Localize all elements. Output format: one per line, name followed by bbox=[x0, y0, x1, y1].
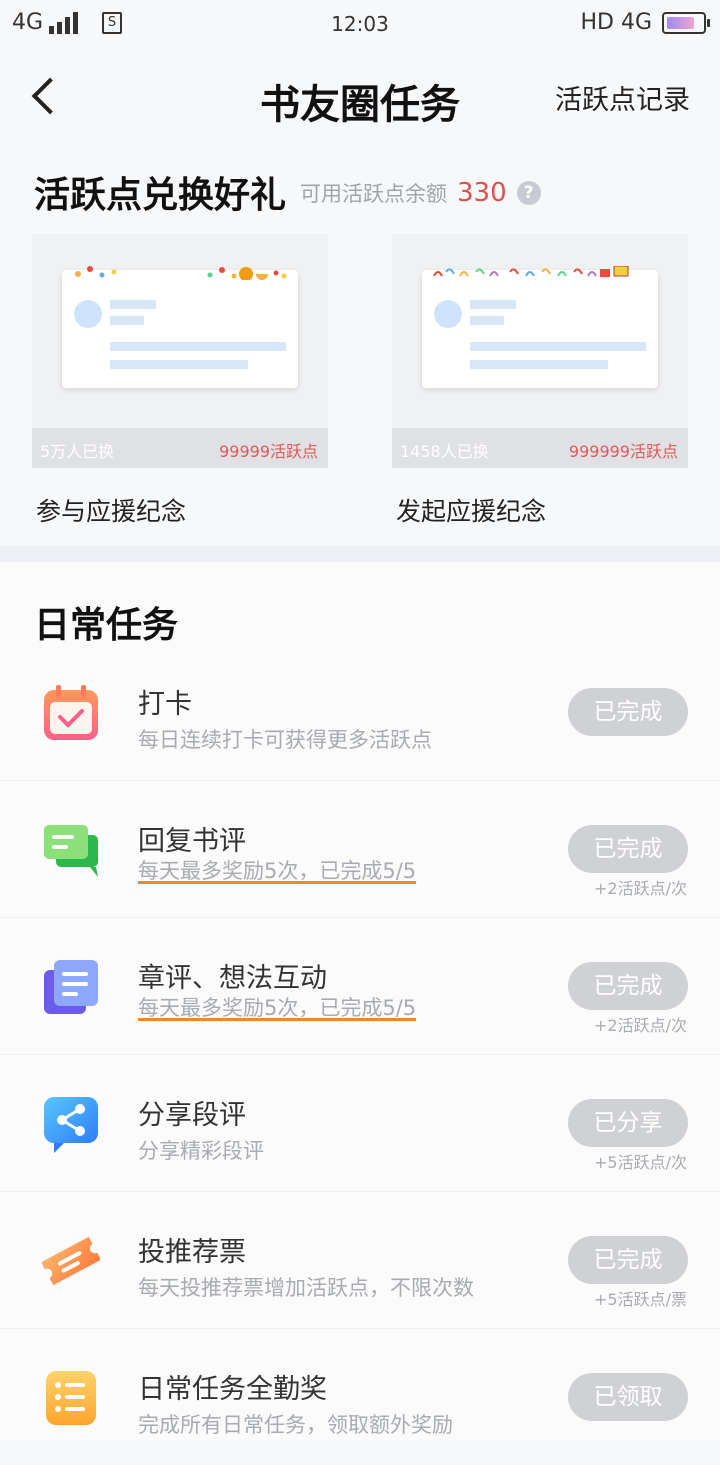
task-status-button[interactable]: 已分享 bbox=[568, 1099, 688, 1147]
gift-points: 999999活跃点 bbox=[568, 442, 678, 461]
gift-name: 发起应援纪念 bbox=[396, 497, 547, 526]
task-name: 章评、想法互动 bbox=[138, 963, 327, 994]
task-name: 投推荐票 bbox=[138, 1237, 246, 1268]
section-divider bbox=[0, 546, 720, 562]
gift-exchange-count: 1458人已换 bbox=[400, 442, 489, 461]
gift-footer: 5万人已换 99999活跃点 bbox=[32, 428, 328, 468]
task-description: 每天最多奖励5次，已完成5/5 bbox=[138, 859, 417, 884]
placeholder-line bbox=[470, 316, 504, 325]
task-reward: +2活跃点/次 bbox=[594, 879, 687, 898]
task-description: 每日连续打卡可获得更多活跃点 bbox=[138, 728, 432, 752]
task-reward: +5活跃点/次 bbox=[594, 1153, 687, 1172]
activity-record-link[interactable]: 活跃点记录 bbox=[555, 78, 690, 117]
gift-footer: 1458人已换 999999活跃点 bbox=[392, 428, 688, 468]
avatar bbox=[434, 300, 462, 328]
task-row-share: 分享段评 分享精彩段评 已分享 +5活跃点/次 bbox=[0, 1055, 720, 1192]
task-row-recommend-ticket: 投推荐票 每天投推荐票增加活跃点，不限次数 已完成 +5活跃点/票 bbox=[0, 1192, 720, 1329]
balance-label: 可用活跃点余额 bbox=[300, 182, 447, 206]
gift-exchange-count: 5万人已换 bbox=[40, 442, 115, 461]
placeholder-line bbox=[470, 300, 516, 309]
task-name: 日常任务全勤奖 bbox=[138, 1374, 327, 1405]
notes-stack-icon bbox=[44, 960, 98, 1014]
task-description: 分享精彩段评 bbox=[138, 1139, 264, 1163]
confetti-decoration bbox=[75, 266, 287, 280]
balance-info: 可用活跃点余额 330 ? bbox=[300, 178, 541, 208]
help-icon[interactable]: ? bbox=[516, 181, 541, 205]
task-row-checkin: 打卡 每日连续打卡可获得更多活跃点 已完成 bbox=[0, 644, 720, 781]
placeholder-line bbox=[110, 316, 144, 325]
task-row-reply-review: 回复书评 每天最多奖励5次，已完成5/5 已完成 +2活跃点/次 bbox=[0, 781, 720, 918]
task-row-chapter-comments: 章评、想法互动 每天最多奖励5次，已完成5/5 已完成 +2活跃点/次 bbox=[0, 918, 720, 1055]
task-name: 回复书评 bbox=[138, 826, 246, 857]
task-status-button[interactable]: 已完成 bbox=[568, 825, 688, 873]
task-description: 每天投推荐票增加活跃点，不限次数 bbox=[138, 1276, 474, 1300]
task-status-button[interactable]: 已完成 bbox=[568, 1236, 688, 1284]
gift-card-support[interactable]: 5万人已换 99999活跃点 参与应援纪念 bbox=[32, 234, 328, 528]
placeholder-line bbox=[110, 342, 286, 351]
placeholder-line bbox=[470, 342, 646, 351]
task-status-button[interactable]: 已完成 bbox=[568, 688, 688, 736]
placeholder-line bbox=[470, 360, 608, 369]
daily-title: 日常任务 bbox=[34, 605, 179, 646]
exchange-section: 活跃点兑换好礼 可用活跃点余额 330 ? 5万人已换 99999活跃点 参与应… bbox=[0, 160, 720, 546]
battery-level bbox=[667, 16, 694, 29]
gift-name: 参与应援纪念 bbox=[36, 497, 187, 526]
ticket-icon bbox=[42, 1236, 100, 1286]
gift-points: 99999活跃点 bbox=[219, 442, 318, 461]
task-description: 完成所有日常任务，领取额外奖励 bbox=[138, 1413, 453, 1437]
placeholder-line bbox=[110, 300, 156, 309]
placeholder-line bbox=[110, 360, 248, 369]
status-right: HD 4G bbox=[580, 10, 710, 35]
chat-bubbles-icon bbox=[44, 825, 98, 877]
task-name: 分享段评 bbox=[138, 1100, 246, 1131]
balance-value: 330 bbox=[457, 178, 507, 208]
daily-tasks-section: 日常任务 打卡 每日连续打卡可获得更多活跃点 已完成 回复书评 每天最多奖励5次… bbox=[0, 562, 720, 1440]
task-reward: +5活跃点/票 bbox=[594, 1290, 687, 1309]
gift-card-initiate[interactable]: 1458人已换 999999活跃点 发起应援纪念 bbox=[392, 234, 688, 528]
task-status-button[interactable]: 已完成 bbox=[568, 962, 688, 1010]
task-name: 打卡 bbox=[138, 689, 192, 720]
avatar bbox=[74, 300, 102, 328]
gift-preview-card bbox=[62, 266, 298, 388]
task-description: 每天最多奖励5次，已完成5/5 bbox=[138, 996, 417, 1021]
network-right-label: HD 4G bbox=[580, 10, 652, 35]
gift-preview-card bbox=[422, 266, 658, 388]
task-reward: +2活跃点/次 bbox=[594, 1016, 687, 1035]
exchange-title: 活跃点兑换好礼 bbox=[34, 175, 287, 216]
task-status-button[interactable]: 已领取 bbox=[568, 1373, 688, 1421]
nav-bar: 书友圈任务 活跃点记录 bbox=[0, 56, 720, 140]
gift-image: 5万人已换 99999活跃点 bbox=[32, 234, 328, 468]
calendar-check-icon bbox=[44, 685, 98, 740]
share-icon bbox=[44, 1097, 98, 1153]
status-bar: 4G S 12:03 HD 4G bbox=[0, 0, 720, 48]
battery-icon bbox=[662, 11, 710, 34]
task-row-attendance-award: 日常任务全勤奖 完成所有日常任务，领取额外奖励 已领取 bbox=[0, 1329, 720, 1465]
list-badge-icon bbox=[46, 1371, 96, 1425]
confetti-decoration bbox=[433, 266, 629, 277]
gift-image: 1458人已换 999999活跃点 bbox=[392, 234, 688, 468]
